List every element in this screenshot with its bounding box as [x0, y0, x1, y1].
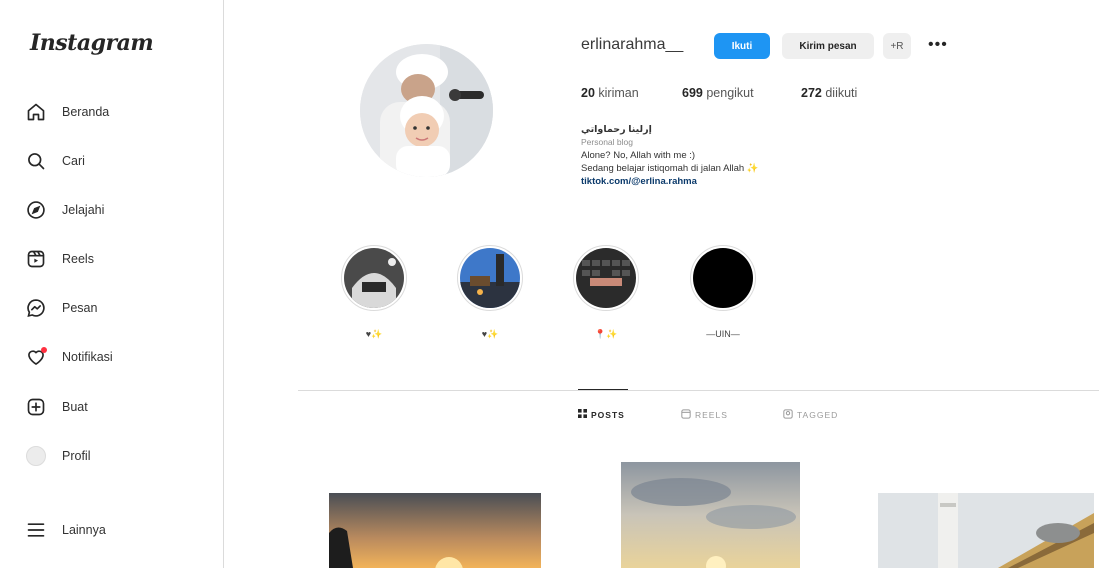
highlight-cover [693, 248, 753, 308]
following-count: 272 [801, 86, 822, 100]
more-options-icon[interactable]: ••• [928, 36, 948, 54]
following-label: diikuti [825, 86, 858, 100]
sidebar-item-label: Cari [62, 154, 85, 168]
heart-icon [26, 347, 47, 367]
sidebar-item-label: Buat [62, 400, 88, 414]
avatar-icon [26, 446, 46, 466]
follow-button[interactable]: Ikuti [714, 33, 770, 59]
bio-line: Alone? No, Allah with me :) [581, 150, 696, 161]
tab-label: REELS [695, 410, 728, 420]
menu-icon [26, 520, 46, 540]
bio-line: Sedang belajar istiqomah di jalan Allah … [581, 163, 759, 174]
posts-count: 20 [581, 86, 595, 100]
tab-reels[interactable]: REELS [681, 409, 728, 421]
sidebar-item-jelajahi[interactable]: Jelajahi [26, 195, 104, 225]
story-highlight[interactable]: ♥✨ [339, 245, 409, 341]
explore-icon [26, 200, 46, 220]
add-user-icon: +R [890, 40, 904, 52]
tagged-icon [783, 409, 793, 421]
sidebar-item-label: Lainnya [62, 523, 106, 537]
sidebar-item-profil[interactable]: Profil [26, 441, 90, 471]
tab-posts[interactable]: POSTS [578, 409, 625, 420]
tab-tagged[interactable]: TAGGED [783, 409, 838, 421]
tabs-divider [298, 390, 1099, 391]
sidebar-item-label: Notifikasi [62, 350, 113, 364]
profile-username: erlinarahma__ [581, 36, 684, 53]
highlight-label: —UIN— [706, 329, 740, 339]
stat-posts: 20 kiriman [581, 86, 639, 100]
active-tab-indicator [578, 389, 628, 390]
followers-label: pengikut [706, 86, 754, 100]
suggest-user-button[interactable]: +R [883, 33, 911, 59]
sidebar-item-lainnya[interactable]: Lainnya [26, 515, 106, 545]
bio-category: Personal blog [581, 137, 633, 147]
sidebar-item-reels[interactable]: Reels [26, 244, 94, 274]
sidebar-item-label: Jelajahi [62, 203, 105, 217]
sidebar: Instagram Beranda Cari Jelajahi Reels Pe… [0, 0, 224, 568]
post-thumbnail[interactable] [621, 462, 800, 568]
sidebar-item-label: Profil [62, 449, 91, 463]
home-icon [26, 102, 46, 122]
followers-count: 699 [682, 86, 703, 100]
tab-label: TAGGED [797, 410, 839, 420]
highlight-cover [344, 248, 404, 308]
highlight-cover [576, 248, 636, 308]
highlight-label: ♥✨ [365, 329, 383, 339]
sidebar-item-label: Pesan [62, 301, 98, 315]
story-highlight[interactable]: 📍✨ [571, 245, 641, 341]
story-highlight[interactable]: ♥✨ [455, 245, 525, 341]
grid-icon [578, 409, 587, 420]
messenger-icon [26, 298, 46, 318]
sidebar-item-pesan[interactable]: Pesan [26, 293, 97, 323]
post-thumbnail[interactable] [329, 493, 541, 568]
stat-following[interactable]: 272 diikuti [801, 86, 857, 100]
reels-icon [26, 249, 46, 269]
highlight-label: ♥✨ [481, 329, 499, 339]
reels-icon [681, 409, 691, 421]
bio-name: إرلينا رحماواتي [581, 124, 652, 135]
highlight-cover [460, 248, 520, 308]
profile-avatar[interactable] [360, 44, 493, 177]
sidebar-item-cari[interactable]: Cari [26, 146, 85, 176]
posts-label: kiriman [598, 86, 639, 100]
highlight-label: 📍✨ [594, 329, 618, 339]
stat-followers[interactable]: 699 pengikut [682, 86, 754, 100]
post-thumbnail[interactable] [878, 493, 1094, 568]
notification-dot [41, 347, 47, 353]
instagram-logo[interactable]: Instagram [30, 30, 154, 56]
sidebar-item-notifikasi[interactable]: Notifikasi [26, 342, 113, 372]
story-highlight[interactable]: —UIN— [688, 245, 758, 341]
search-icon [26, 151, 46, 171]
sidebar-item-label: Reels [62, 252, 94, 266]
sidebar-item-buat[interactable]: Buat [26, 392, 88, 422]
profile-bio: إرلينا رحماواتي Personal blog Alone? No,… [581, 123, 881, 188]
tab-label: POSTS [591, 409, 625, 420]
sidebar-item-label: Beranda [62, 105, 110, 119]
plus-square-icon [26, 397, 46, 417]
bio-link[interactable]: tiktok.com/@erlina.rahma [581, 175, 881, 188]
sidebar-item-beranda[interactable]: Beranda [26, 97, 109, 127]
send-message-button[interactable]: Kirim pesan [782, 33, 874, 59]
